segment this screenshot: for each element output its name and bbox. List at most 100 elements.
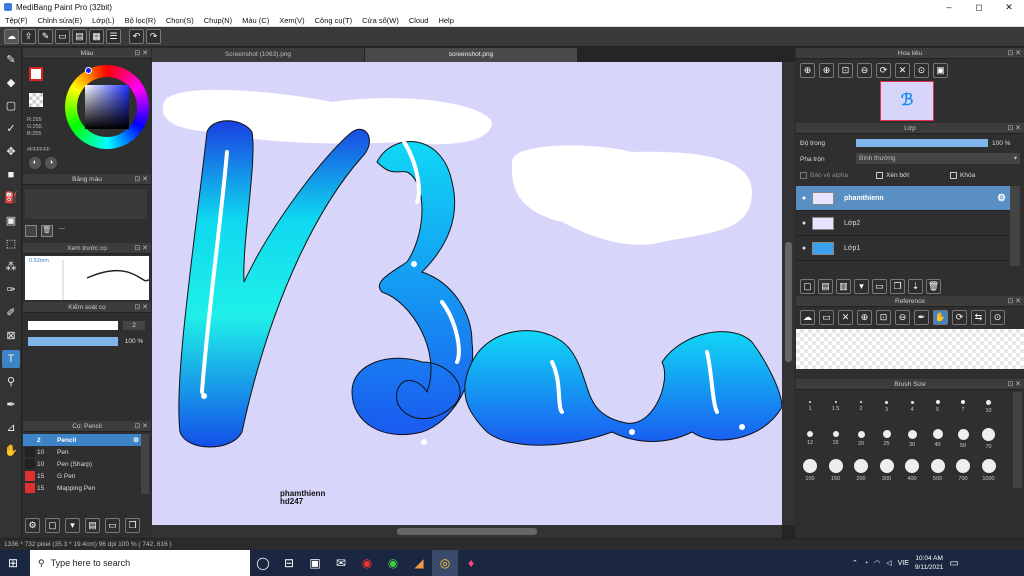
delete-layer-icon[interactable]: 🗑 [926, 279, 941, 294]
layer-row-phamthienn[interactable]: ● phamthienn ⚙ [796, 186, 1010, 211]
add-palette-icon[interactable] [25, 225, 37, 237]
menu-edit[interactable]: Chỉnh sửa(E) [33, 16, 88, 25]
brush-opacity-slider[interactable] [28, 337, 118, 346]
new-layer-icon[interactable]: ▢ [800, 279, 815, 294]
text-tool-icon[interactable]: T [2, 350, 20, 368]
brush-size-cell[interactable]: 5 [926, 394, 950, 424]
tab-screenshot-1063[interactable]: Screenshot (1063).png [152, 48, 365, 62]
eye-icon[interactable]: ● [799, 220, 809, 227]
panel-close-icon[interactable]: ⊡ ✕ [1007, 48, 1021, 59]
zoom-in-icon[interactable]: ⊕ [857, 310, 872, 325]
brush-size-cell[interactable]: 20 [849, 426, 873, 456]
volume-icon[interactable]: ◁ [886, 559, 891, 567]
eye-icon[interactable]: ● [799, 245, 809, 252]
message-icon[interactable]: ▭ [55, 29, 70, 44]
brush-list-scrollbar[interactable] [141, 434, 149, 494]
rotate-icon[interactable]: ⟳ [952, 310, 967, 325]
menu-snap[interactable]: Chụp(N) [199, 16, 237, 25]
reset-icon[interactable]: ⊙ [990, 310, 1005, 325]
panel-close-icon[interactable]: ⊡ ✕ [134, 243, 148, 254]
menu-cloud[interactable]: Cloud [404, 16, 434, 25]
layer-row-lop2[interactable]: ● Lớp2 [796, 211, 1010, 236]
undo-icon[interactable]: ↶ [129, 29, 144, 44]
protect-alpha-checkbox[interactable] [800, 172, 807, 179]
add-brush-icon[interactable]: ▢ [45, 518, 60, 533]
app-icon[interactable]: ◉ [380, 550, 406, 576]
gear-icon[interactable]: ⚙ [133, 436, 139, 444]
brush-size-cell[interactable]: 100 [798, 458, 822, 488]
brush-settings-icon[interactable]: ⚙ [25, 518, 40, 533]
comment-icon[interactable]: ✎ [38, 29, 53, 44]
menu-filter[interactable]: Bộ lọc(R) [120, 16, 161, 25]
brush-menu-icon[interactable]: ▾ [65, 518, 80, 533]
tab-screenshot[interactable]: screenshot.png [365, 48, 578, 62]
brush-size-cell[interactable]: 200 [849, 458, 873, 488]
brush-item-pen-sharp[interactable]: 10 Pen (Sharp) [23, 458, 143, 470]
zoom-in-icon[interactable]: ⊕ [800, 63, 815, 78]
navigator-thumbnail[interactable]: ℬ [880, 81, 934, 121]
opera-icon[interactable]: ◉ [354, 550, 380, 576]
menu-select[interactable]: Chọn(S) [161, 16, 199, 25]
brush-size-cell[interactable]: 3 [875, 394, 899, 424]
zoom-in-2-icon[interactable]: ⊕ [819, 63, 834, 78]
brush-size-cell[interactable]: 1 [798, 394, 822, 424]
redo-icon[interactable]: ↷ [146, 29, 161, 44]
brush-size-cell[interactable]: 10 [977, 394, 1001, 424]
brush-size-scrollbar[interactable] [1013, 392, 1022, 488]
maximize-button[interactable]: ◻ [964, 0, 994, 14]
move-tool-icon[interactable]: ✥ [2, 143, 20, 161]
dropper-icon[interactable]: ⊿ [2, 419, 20, 437]
drawing-canvas[interactable]: phamthienn hd247 [152, 62, 782, 525]
chrome-icon[interactable]: ◎ [432, 550, 458, 576]
brush-size-cell[interactable]: 700 [951, 458, 975, 488]
hand-icon[interactable]: ✋ [933, 310, 948, 325]
network-icon[interactable]: ◔ [864, 560, 868, 567]
language-indicator[interactable]: VIE [898, 560, 909, 567]
task-view-icon[interactable]: ◯ [250, 550, 276, 576]
brush-size-cell[interactable]: 50 [951, 426, 975, 456]
chevron-up-icon[interactable]: ⌃ [852, 559, 858, 567]
operation-icon[interactable]: ⚲ [2, 373, 20, 391]
new-8bit-layer-icon[interactable]: ▥ [836, 279, 851, 294]
merge-layer-icon[interactable]: ⇣ [908, 279, 923, 294]
rotate-icon[interactable]: ⟳ [876, 63, 891, 78]
transparent-color[interactable] [29, 93, 43, 107]
horizontal-scroll-thumb[interactable] [397, 528, 537, 535]
menu-tools[interactable]: Công cụ(T) [310, 16, 358, 25]
menu-view[interactable]: Xem(V) [274, 16, 309, 25]
open-image-icon[interactable]: ▭ [819, 310, 834, 325]
reset-icon[interactable]: ⊙ [914, 63, 929, 78]
close-icon[interactable]: ✕ [838, 310, 853, 325]
vertical-scroll-thumb[interactable] [785, 242, 792, 362]
upload-icon[interactable]: ⇪ [21, 29, 36, 44]
clipping-checkbox[interactable] [876, 172, 883, 179]
horizontal-scrollbar[interactable] [152, 525, 782, 538]
store-icon[interactable]: ▣ [302, 550, 328, 576]
brush-tool-icon[interactable]: ✎ [2, 51, 20, 69]
zoom-out-icon[interactable]: ⊖ [895, 310, 910, 325]
eyedropper-icon[interactable]: ✒ [2, 396, 20, 414]
lock-checkbox[interactable] [950, 172, 957, 179]
brush-size-cell[interactable]: 15 [824, 426, 848, 456]
reference-view[interactable] [796, 329, 1024, 369]
mail-icon[interactable]: ✉ [328, 550, 354, 576]
layer-row-lop1[interactable]: ● Lớp1 [796, 236, 1010, 261]
cloud-icon[interactable]: ☁ [4, 29, 19, 44]
vertical-scrollbar[interactable] [782, 62, 795, 525]
lock-view-icon[interactable]: ▣ [933, 63, 948, 78]
panel-close-icon[interactable]: ⊡ ✕ [134, 421, 148, 432]
panel-close-icon[interactable]: ⊡ ✕ [1007, 296, 1021, 307]
brush-size-value[interactable]: 2 [123, 321, 145, 330]
brush-size-cell[interactable]: 2 [849, 394, 873, 424]
selection-eraser-icon[interactable]: ✐ [2, 304, 20, 322]
menu-layer[interactable]: Lớp(L) [87, 16, 119, 25]
selection-pen-icon[interactable]: ✑ [2, 281, 20, 299]
panel-close-icon[interactable]: ⊡ ✕ [1007, 123, 1021, 134]
brush-item-mapping-pen[interactable]: 15 Mapping Pen [23, 482, 143, 494]
duplicate-icon[interactable]: ❐ [125, 518, 140, 533]
brush-size-cell[interactable]: 300 [875, 458, 899, 488]
brush-size-cell[interactable]: 150 [824, 458, 848, 488]
lasso-icon[interactable]: ✓ [2, 120, 20, 138]
panel-close-icon[interactable]: ⊡ ✕ [134, 48, 148, 59]
duplicate-layer-icon[interactable]: ❐ [890, 279, 905, 294]
